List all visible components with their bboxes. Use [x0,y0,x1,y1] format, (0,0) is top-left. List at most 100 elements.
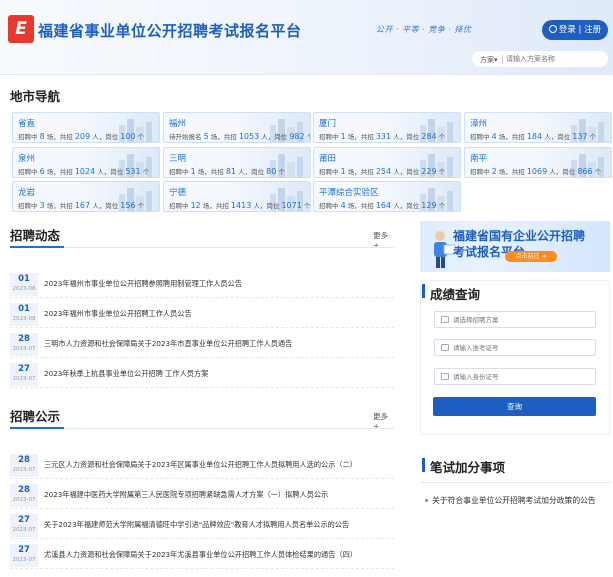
post-unit: 个 [438,133,446,141]
item-title[interactable]: 2023年福建中医药大学附属第三人民医院专项招聘紧缺急需人才方案（一）拟聘人员公… [44,490,328,500]
city-card-6[interactable]: 三明 招聘中 1 场，共招 81 人，岗位 80 个 [163,147,311,178]
city-name: 三明 [169,154,187,164]
list-item[interactable]: 27 2023-07 2023年秋季上杭县事业单位公开招聘 工作人员方案 [10,360,394,388]
query-button[interactable]: 查询 [433,397,596,416]
scheme-select-field[interactable] [434,311,596,328]
item-title[interactable]: 关于2023年福建师范大学附属福清德旺中学引进"品牌效应"教育人才拟聘用人员名单… [44,520,349,530]
login-register-button[interactable]: 登录 | 注册 [542,20,608,40]
list-icon [441,316,449,323]
dynamics-header: 招聘动态 更多+ [10,224,394,250]
notices-title: 招聘公示 [10,409,61,424]
people-unit: 人，岗位 [92,133,119,141]
city-status: 招聘中 [319,202,339,210]
city-card-2[interactable]: 福州待开始报名 5 场，共招 1053 人，岗位 982 个 [163,112,311,143]
city-card-7[interactable]: 莆田 招聘中 1 场，共招 254 人，岗位 229 个 [313,147,461,178]
count-unit: 场，共招 [347,168,374,176]
count-unit: 场，共招 [46,133,73,141]
post-unit: 个 [137,202,145,210]
city-name: 宁德 [169,188,187,198]
date-year-month: 2023-07 [12,527,36,533]
list-item[interactable]: 28 2023-07 2023年福建中医药大学附属第三人民医院专项招聘紧缺急需人才方… [10,481,394,509]
count-unit: 场，共招 [46,202,73,210]
search-type-label: 方案 [480,56,494,64]
post-count: 80 [266,167,277,176]
item-title[interactable]: 尤溪县人力资源和社会保障局关于2023年尤溪县事业单位公开招聘工作人员体检结果的… [44,550,357,560]
list-item[interactable]: 28 2023-07 三明市人力资源和社会保障局关于2023年市直事业单位公开招聘工… [10,330,394,358]
search-type-select[interactable]: 方案▾ [480,55,498,65]
city-card-3[interactable]: 厦门 招聘中 1 场，共招 331 人，岗位 284 个 [313,112,461,143]
date-day: 27 [18,364,30,374]
bonus-item-link[interactable]: 关于符合事业单位公开招聘考试加分政策的公告 [432,495,607,507]
city-card-11[interactable]: 平潭综合实验区 招聘中 4 场，共招 164 人，岗位 129 个 [313,181,461,212]
people-count: 184 [526,132,543,141]
recruit-count: 5 [203,132,209,141]
count-unit: 场，共招 [46,168,73,176]
post-count: 531 [125,167,141,176]
recruit-count: 4 [340,201,346,210]
city-card-9[interactable]: 龙岩 招聘中 3 场，共招 167 人，岗位 156 个 [12,181,160,212]
date-year-month: 2023-08 [12,316,36,322]
city-card-4[interactable]: 漳州 招聘中 4 场，共招 184 人，岗位 137 个 [464,112,612,143]
date-badge: 28 2023-07 [10,333,38,356]
city-card-8[interactable]: 南平 招聘中 2 场，共招 1069 人，岗位 866 个 [464,147,612,178]
item-title[interactable]: 2023年福州市事业单位公开招聘工作人员公告 [44,309,192,319]
soe-recruitment-banner[interactable]: 福建省国有企业公开招聘 考试报名平台 点击前往 ➜ [420,221,610,272]
ticket-number-input[interactable] [453,342,593,354]
people-count: 1413 [230,201,252,210]
banner-go-button[interactable]: 点击前往 ➜ [505,251,557,262]
city-status: 招聘中 [18,202,38,210]
id-card-icon [441,373,449,380]
city-name: 福州 [169,119,187,129]
list-item[interactable]: 01 2023-08 2023年福州市事业单位公开招聘工作人员公告 [10,300,394,328]
id-card-icon [441,344,449,351]
dynamics-title: 招聘动态 [10,228,61,243]
people-unit: 人，岗位 [544,133,571,141]
divider [10,428,394,429]
post-count: 129 [421,201,437,210]
recruit-count: 1 [340,167,346,176]
city-name: 厦门 [319,119,337,129]
people-count: 209 [74,132,91,141]
date-year-month: 2023-07 [12,557,36,563]
city-card-5[interactable]: 泉州 招聘中 6 场，共招 1024 人，岗位 531 个 [12,147,160,178]
search-input[interactable] [506,53,602,65]
list-item[interactable]: 27 2023-07 尤溪县人力资源和社会保障局关于2023年尤溪县事业单位公开招聘… [10,541,394,569]
scheme-select-input[interactable] [453,314,593,326]
item-title[interactable]: 三明市人力资源和社会保障局关于2023年市直事业单位公开招聘工作人员通告 [44,339,292,349]
city-stats: 待开始报名 5 场，共招 1053 人，岗位 982 个 [169,131,310,141]
date-day: 27 [18,545,30,555]
item-title[interactable]: 2023年秋季上杭县事业单位公开招聘 工作人员方案 [44,369,208,379]
post-count: 866 [577,167,593,176]
id-number-field[interactable] [434,368,596,385]
people-unit: 人，岗位 [393,133,420,141]
date-day: 28 [18,334,30,344]
post-unit: 个 [589,133,597,141]
list-item[interactable]: 28 2023-07 三元区人力资源和社会保障局关于2023年区属事业单位公开招聘工… [10,451,394,479]
list-item[interactable]: 27 2023-07 关于2023年福建师范大学附属福清德旺中学引进"品牌效应"教育… [10,511,394,539]
people-unit: 人，岗位 [261,133,288,141]
site-logo[interactable]: E [8,15,34,43]
people-unit: 人，岗位 [253,202,280,210]
item-title[interactable]: 2023年福州市事业单位公开招聘参照聘用制管理工作人员公告 [44,279,242,289]
recruit-count: 2 [491,167,497,176]
recruit-count: 6 [39,167,45,176]
date-badge: 01 2023-08 [10,273,38,296]
city-card-1[interactable]: 省直 招聘中 8 场，共招 209 人，岗位 100 个 [12,112,160,143]
people-unit: 人，岗位 [238,168,265,176]
recruit-count: 1 [190,167,196,176]
city-status: 招聘中 [18,133,38,141]
search-box: 方案▾ [471,50,609,68]
list-item[interactable]: 01 2023-08 2023年福州市事业单位公开招聘参照聘用制管理工作人员公告 [10,270,394,298]
date-badge: 01 2023-08 [10,303,38,326]
ticket-number-field[interactable] [434,339,596,356]
item-title[interactable]: 三元区人力资源和社会保障局关于2023年区属事业单位公开招聘工作人员拟聘用人选的… [44,460,357,470]
people-count: 331 [375,132,392,141]
site-title[interactable]: 福建省事业单位公开招聘考试报名平台 [38,20,302,41]
date-year-month: 2023-08 [12,286,36,292]
post-unit: 个 [303,202,311,210]
city-card-10[interactable]: 宁德 招聘中 12 场，共招 1413 人，岗位 1071 个 [163,181,311,212]
city-stats: 招聘中 2 场，共招 1069 人，岗位 866 个 [470,166,601,176]
notices-header: 招聘公示 更多+ [10,405,394,431]
id-number-input[interactable] [453,371,593,383]
section-marker [422,458,425,472]
